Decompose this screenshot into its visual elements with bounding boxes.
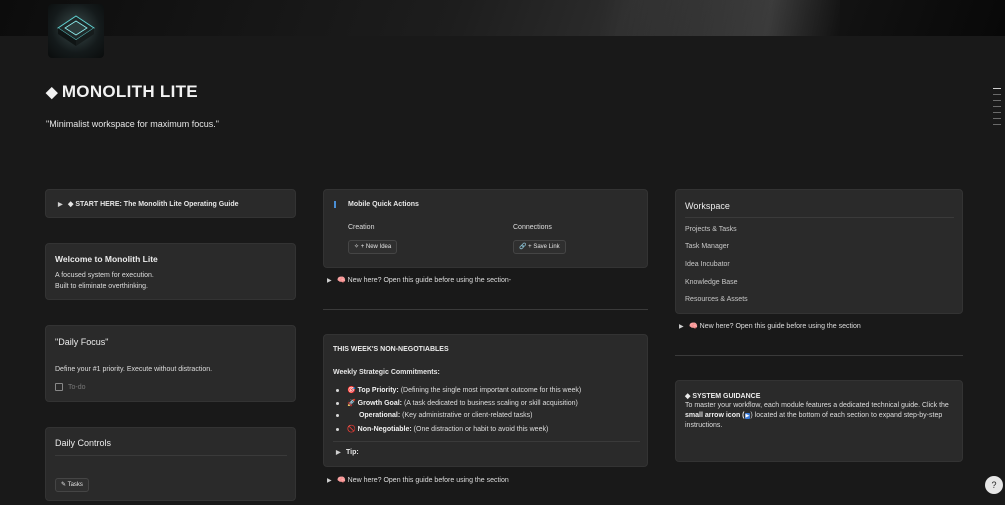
divider (323, 309, 648, 310)
system-guidance-title: ◆ SYSTEM GUIDANCE (685, 393, 761, 400)
non-negotiables-card: THIS WEEK'S NON-NEGOTIABLES Weekly Strat… (323, 334, 648, 467)
item-label: Growth Goal: (357, 400, 403, 407)
toc-line[interactable] (993, 88, 1001, 89)
cover-highlight (600, 0, 840, 36)
callout-bar (334, 201, 336, 208)
item-icon: 🚫 (347, 426, 356, 433)
commitments-subtitle: Weekly Strategic Commitments: (333, 369, 440, 376)
bullet (336, 388, 339, 392)
toggle-arrow-icon[interactable]: ▶ (58, 201, 68, 208)
system-guidance-card: ◆ SYSTEM GUIDANCE To master your workflo… (675, 380, 963, 462)
toc-line[interactable] (993, 124, 1001, 125)
welcome-line-2: Built to eliminate overthinking. (55, 283, 148, 290)
creation-label: Creation (348, 224, 375, 231)
save-link-label: + Save Link (528, 244, 560, 250)
toc-line[interactable] (993, 112, 1001, 113)
save-link-button[interactable]: 🔗 + Save Link (513, 240, 566, 254)
toggle-arrow-icon[interactable]: ▶ (327, 277, 337, 284)
item-label: Top Priority: (357, 387, 399, 394)
list-item: 🎯 Top Priority: (Defining the single mos… (336, 386, 581, 394)
daily-focus-desc: Define your #1 priority. Execute without… (55, 366, 213, 373)
toc-line[interactable] (993, 106, 1001, 107)
divider (333, 441, 640, 442)
guide-text: 🧠 New here? Open this guide before using… (689, 323, 861, 330)
monolith-logo-icon (57, 15, 95, 46)
tip-toggle[interactable]: ▶ Tip: (336, 449, 359, 456)
bullet (336, 401, 339, 405)
tasks-button[interactable]: ✎ Tasks (55, 478, 89, 492)
guidance-line-1: To master your workflow, each module fea… (685, 402, 949, 409)
page-title: ◆ MONOLITH LITE (46, 82, 198, 102)
guide-text: 🧠 New here? Open this guide before using… (337, 277, 512, 284)
connections-label: Connections (513, 224, 552, 231)
mobile-quick-actions-card: Mobile Quick Actions Creation Connection… (323, 189, 648, 268)
diamond-icon: ◆ (46, 84, 58, 101)
item-icon: 🚀 (347, 400, 356, 407)
toc-line[interactable] (993, 118, 1001, 119)
welcome-card: Welcome to Monolith Lite A focused syste… (45, 243, 296, 300)
daily-controls-card: Daily Controls ✎ Tasks (45, 427, 296, 501)
workspace-card: Workspace Projects & Tasks Task Manager … (675, 189, 963, 314)
workspace-link-task-manager[interactable]: Task Manager (685, 243, 729, 250)
item-text: (A task dedicated to business scaling or… (402, 400, 578, 407)
welcome-line-1: A focused system for execution. (55, 272, 154, 279)
workspace-link-idea-incubator[interactable]: Idea Incubator (685, 261, 730, 268)
guidance-bold: small arrow icon ( (685, 412, 745, 419)
bullet (336, 413, 339, 417)
cover-image (0, 0, 1005, 36)
item-icon: 🎯 (347, 387, 356, 394)
workspace-link-projects[interactable]: Projects & Tasks (685, 226, 737, 233)
todo-item[interactable]: To-do (55, 383, 86, 391)
toc-line[interactable] (993, 94, 1001, 95)
page-title-text: MONOLITH LITE (61, 82, 198, 101)
start-here-label: ◆ START HERE: The Monolith Lite Operatin… (68, 201, 239, 208)
toggle-arrow-icon[interactable]: ▶ (327, 477, 337, 484)
middle-guide-toggle-2[interactable]: ▶ 🧠 New here? Open this guide before usin… (327, 476, 509, 484)
daily-controls-title: Daily Controls (55, 438, 112, 448)
list-item: Operational: (Key administrative or clie… (336, 412, 532, 419)
tip-label: Tip: (346, 449, 359, 456)
tasks-button-label: Tasks (67, 482, 83, 488)
bullet (336, 427, 339, 431)
right-guide-toggle[interactable]: ▶ 🧠 New here? Open this guide before usin… (679, 322, 861, 330)
workspace-title: Workspace (685, 201, 730, 211)
divider (55, 455, 287, 456)
help-button[interactable]: ? (985, 476, 1003, 494)
guidance-line-3: instructions. (685, 422, 723, 429)
welcome-title: Welcome to Monolith Lite (55, 254, 158, 264)
list-item: 🚀 Growth Goal: (A task dedicated to busi… (336, 399, 578, 407)
sparkle-icon: ✧ (354, 244, 360, 250)
toggle-arrow-icon[interactable]: ▶ (336, 449, 346, 456)
middle-guide-toggle-1[interactable]: ▶ 🧠 New here? Open this guide before usin… (327, 276, 511, 284)
daily-focus-card: "Daily Focus" Define your #1 priority. E… (45, 325, 296, 402)
item-label: Operational: (358, 412, 401, 419)
item-text: (Key administrative or client-related ta… (400, 412, 533, 419)
guidance-line-2-rest: ) located at the bottom of each section … (750, 412, 943, 419)
item-label: Non-Negotiable: (357, 426, 412, 433)
todo-placeholder[interactable]: To-do (68, 384, 86, 391)
list-item: 🚫 Non-Negotiable: (One distraction or ha… (336, 425, 548, 433)
guide-text: 🧠 New here? Open this guide before using… (337, 477, 509, 484)
workspace-link-knowledge-base[interactable]: Knowledge Base (685, 279, 738, 286)
toc-line[interactable] (993, 100, 1001, 101)
table-of-contents-indicator[interactable] (993, 88, 1001, 130)
guidance-line-2: small arrow icon (▶) located at the bott… (685, 412, 942, 419)
checkbox[interactable] (55, 383, 63, 391)
daily-focus-title: "Daily Focus" (55, 337, 109, 347)
item-text: (Defining the single most important outc… (398, 387, 582, 394)
toggle-arrow-icon[interactable]: ▶ (679, 323, 689, 330)
page-quote: "Minimalist workspace for maximum focus.… (46, 119, 219, 129)
page-icon[interactable] (48, 4, 104, 58)
new-idea-label: + New Idea (360, 244, 392, 250)
workspace-link-resources[interactable]: Resources & Assets (685, 296, 748, 303)
link-icon: 🔗 (519, 244, 527, 250)
divider (685, 217, 954, 218)
non-negotiables-title: THIS WEEK'S NON-NEGOTIABLES (333, 346, 449, 353)
edit-icon: ✎ (61, 482, 67, 488)
new-idea-button[interactable]: ✧ + New Idea (348, 240, 398, 254)
divider (675, 355, 963, 356)
item-text: (One distraction or habit to avoid this … (411, 426, 549, 433)
start-here-toggle[interactable]: ▶ ◆ START HERE: The Monolith Lite Operati… (45, 189, 296, 218)
quick-actions-title: Mobile Quick Actions (348, 201, 419, 208)
